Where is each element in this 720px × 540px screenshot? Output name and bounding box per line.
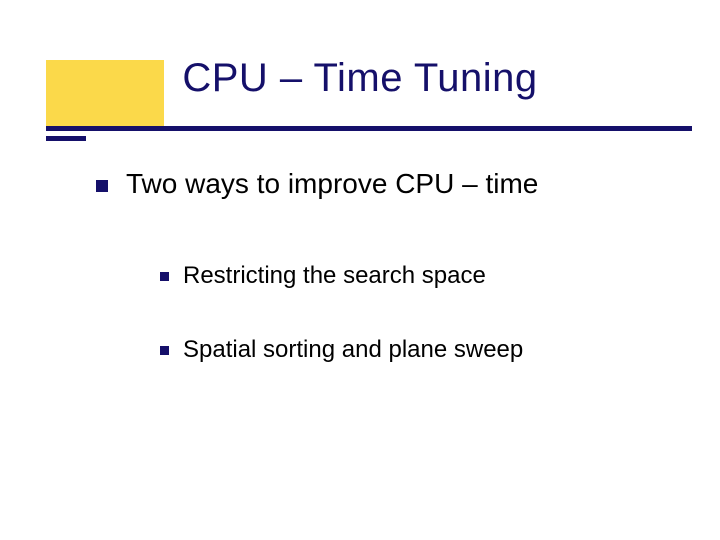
- bullet-level1: Two ways to improve CPU – time: [96, 168, 538, 200]
- slide-title: CPU – Time Tuning: [0, 56, 720, 101]
- square-bullet-icon: [160, 272, 169, 281]
- title-divider-short: [46, 136, 86, 141]
- slide: CPU – Time Tuning Two ways to improve CP…: [0, 0, 720, 540]
- square-bullet-icon: [96, 180, 108, 192]
- title-divider-line: [46, 126, 692, 131]
- square-bullet-icon: [160, 346, 169, 355]
- bullet-level2: Spatial sorting and plane sweep: [160, 336, 523, 364]
- bullet-level2: Restricting the search space: [160, 262, 486, 290]
- bullet-text-main: Two ways to improve CPU – time: [126, 168, 538, 200]
- bullet-text-sub-2: Spatial sorting and plane sweep: [183, 336, 523, 364]
- bullet-text-sub-1: Restricting the search space: [183, 262, 486, 290]
